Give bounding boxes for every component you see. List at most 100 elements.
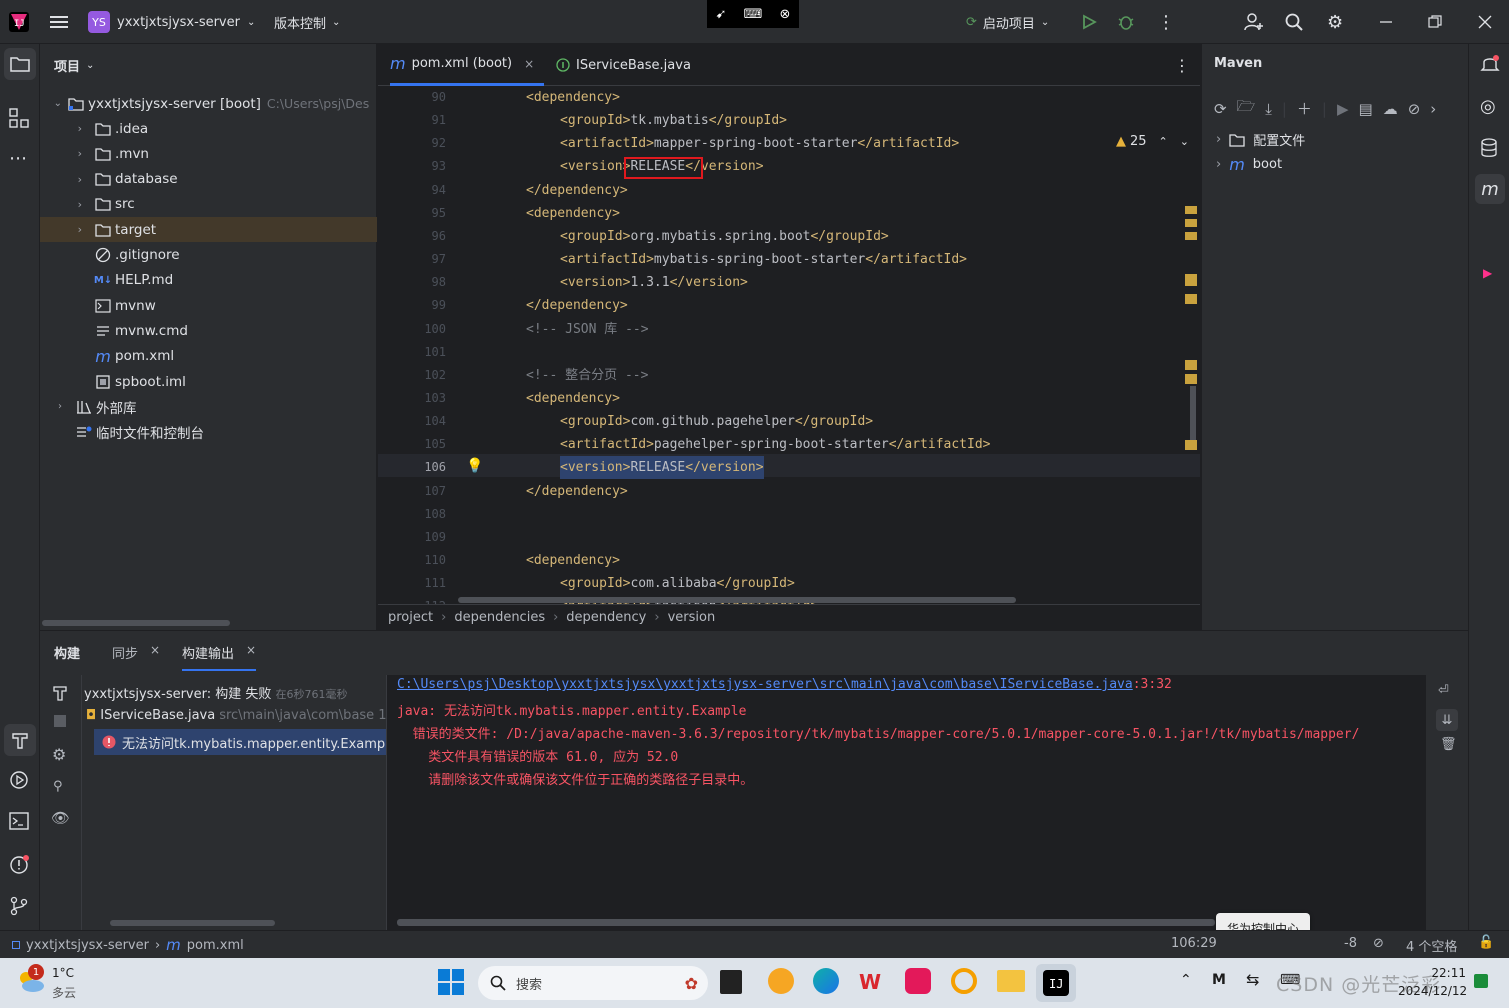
tree-item[interactable]: › target	[40, 217, 377, 243]
settings-gear-icon[interactable]: ⚙	[52, 745, 66, 764]
chevron-right-icon[interactable]: ›	[1216, 157, 1221, 172]
inspection-widget[interactable]: ▲ 25 ⌃ ⌄	[1116, 134, 1189, 149]
hide-icon[interactable]: ⊘	[1373, 936, 1384, 951]
code-line[interactable]: 100 <!-- JSON 库 -->	[378, 318, 1200, 341]
chevron-right-icon[interactable]: ›	[40, 147, 82, 160]
tree-root[interactable]: ⌄ yxxtjxtsjysx-server [boot] C:\Users\ps…	[40, 91, 377, 116]
download-icon[interactable]: ⤓	[1265, 100, 1272, 118]
terminal-icon[interactable]	[9, 812, 29, 830]
soft-wrap-icon[interactable]: ⏎	[1438, 683, 1449, 698]
horizontal-scrollbar[interactable]	[110, 920, 275, 926]
weather-icon[interactable]: 1	[16, 964, 46, 996]
code-line[interactable]: 110 <dependency>	[378, 549, 1200, 572]
tab-options-icon[interactable]: ⋮	[1174, 56, 1190, 75]
clock-time[interactable]: 22:11	[1400, 966, 1466, 980]
breadcrumb-dependency[interactable]: dependency	[566, 610, 646, 625]
pin-icon[interactable]: ⚲	[53, 779, 63, 794]
tab-sync[interactable]: 同步 ×	[112, 643, 160, 662]
code-line[interactable]: 108	[378, 503, 1200, 526]
windows-start-icon[interactable]	[438, 969, 464, 995]
warning-marker[interactable]	[1185, 219, 1197, 227]
cursor-icon[interactable]: ➹	[716, 7, 727, 22]
tree-item[interactable]: › database	[40, 167, 377, 192]
intellij-logo-icon[interactable]: IJ	[8, 8, 30, 36]
warning-marker[interactable]	[1185, 294, 1197, 304]
project-panel-header[interactable]: 项目 ⌄	[54, 56, 94, 75]
task-view-icon[interactable]	[720, 970, 742, 994]
build-output[interactable]: C:\Users\psj\Desktop\yxxtjxtsjysx\yxxtjx…	[386, 675, 1426, 931]
build-tree-file[interactable]: ◘ IServiceBase.java src\main\java\com\ba…	[86, 708, 386, 723]
code-line[interactable]: 92 <artifactId>mapper-spring-boot-starter…	[378, 132, 1200, 155]
tree-external-libs[interactable]: › 外部库	[40, 394, 377, 419]
code-line[interactable]: 96 <groupId>org.mybatis.spring.boot</grou…	[378, 225, 1200, 248]
breadcrumb-dependencies[interactable]: dependencies	[454, 610, 545, 625]
code-editor[interactable]: 90 <dependency> 91 <groupId>tk.mybatis</gro…	[378, 86, 1200, 604]
eye-icon[interactable]: 👁	[51, 809, 70, 827]
edge-icon[interactable]	[813, 968, 839, 994]
file-explorer-icon[interactable]	[997, 970, 1025, 992]
structure-icon[interactable]	[9, 108, 29, 128]
horizontal-scrollbar[interactable]	[397, 919, 1215, 926]
scroll-to-end-icon[interactable]: ⇊	[1436, 709, 1458, 731]
taskbar-search[interactable]: 搜索 ✿	[478, 966, 708, 1000]
chevron-up-icon[interactable]: ⌃	[1180, 972, 1192, 988]
tree-item[interactable]: spboot.iml	[40, 369, 377, 394]
code-line[interactable]: 104 <groupId>com.github.pagehelper</group…	[378, 410, 1200, 433]
build-hammer-icon[interactable]	[52, 685, 68, 701]
ai-assistant-icon[interactable]: ◎	[1480, 96, 1496, 117]
offline-icon[interactable]: ☁	[1383, 100, 1398, 118]
project-widget[interactable]: YS yxxtjxtsjysx-server ⌄	[88, 8, 255, 36]
notification-center-icon[interactable]	[1474, 974, 1488, 988]
vcs-menu[interactable]: 版本控制 ⌄	[274, 8, 340, 36]
run-icon[interactable]	[1081, 8, 1097, 36]
run-icon[interactable]: ▶	[1337, 100, 1349, 118]
project-folder-icon[interactable]	[4, 48, 36, 80]
warning-marker[interactable]	[1185, 232, 1197, 240]
vertical-scrollbar[interactable]	[1190, 386, 1196, 446]
reload-icon[interactable]: ⟳	[1214, 100, 1227, 118]
tab-pom-xml[interactable]: m pom.xml (boot) ×	[390, 44, 545, 86]
tray-toggle-icon[interactable]: ⇆	[1246, 970, 1259, 989]
more-tools-icon[interactable]: ⋯	[9, 148, 27, 169]
wps-icon[interactable]: W	[859, 970, 881, 994]
code-line[interactable]: 97 <artifactId>mybatis-spring-boot-starte…	[378, 248, 1200, 271]
intellij-taskbar-icon[interactable]: IJ	[1036, 964, 1076, 1002]
status-encoding[interactable]: -8	[1344, 936, 1357, 951]
tab-build-output[interactable]: 构建输出 ×	[182, 643, 257, 671]
code-line[interactable]: 99 </dependency>	[378, 294, 1200, 317]
chevron-right-icon[interactable]: ›	[40, 401, 62, 412]
lock-icon[interactable]: 🔓	[1478, 935, 1494, 950]
database-icon[interactable]	[1480, 138, 1498, 158]
tab-build[interactable]: 构建	[54, 643, 80, 662]
run-config-selector[interactable]: ⟳ 启动项目 ⌄	[966, 8, 1049, 36]
code-line[interactable]: 107 </dependency>	[378, 480, 1200, 503]
chevron-right-icon[interactable]: ›	[40, 223, 82, 236]
code-line[interactable]: 94 </dependency>	[378, 179, 1200, 202]
tree-item[interactable]: .gitignore	[40, 243, 377, 268]
status-project[interactable]: yxxtjxtsjysx-server	[26, 938, 149, 953]
browser-app-icon[interactable]	[768, 968, 794, 994]
code-line[interactable]: 91 <groupId>tk.mybatis</groupId>	[378, 109, 1200, 132]
plus-icon[interactable]: ＋	[1297, 98, 1312, 119]
main-menu-icon[interactable]	[50, 8, 68, 36]
code-line[interactable]: 111 <groupId>com.alibaba</groupId>	[378, 572, 1200, 595]
maven-item-profiles[interactable]: › 配置文件	[1216, 130, 1305, 149]
code-line[interactable]: 106 <version>RELEASE</version>	[378, 456, 1200, 480]
plugin-icon[interactable]: ▶	[1483, 266, 1492, 280]
stop-icon[interactable]	[54, 715, 66, 727]
code-line[interactable]: 101	[378, 341, 1200, 364]
minimize-icon[interactable]	[1379, 8, 1393, 36]
code-line[interactable]: 105 <artifactId>pagehelper-spring-boot-st…	[378, 433, 1200, 456]
skip-tests-icon[interactable]: ⊘	[1408, 100, 1421, 118]
app-pink-icon[interactable]	[905, 968, 931, 994]
build-tree-root[interactable]: yxxtjxtsjysx-server: 构建 失败 在6秒761毫秒	[84, 683, 384, 702]
trash-icon[interactable]: 🗑	[1440, 737, 1457, 752]
warning-marker[interactable]	[1185, 360, 1197, 370]
tree-item[interactable]: › .mvn	[40, 141, 377, 166]
close-icon[interactable]: ×	[246, 643, 256, 662]
lightbulb-icon[interactable]: 💡	[466, 458, 483, 474]
tab-iservicebase[interactable]: IServiceBase.java	[556, 44, 691, 86]
chevron-up-icon[interactable]: ⌃	[1159, 135, 1168, 148]
warning-marker[interactable]	[1185, 374, 1197, 384]
code-line[interactable]: 102 <!-- 整合分页 -->	[378, 364, 1200, 387]
